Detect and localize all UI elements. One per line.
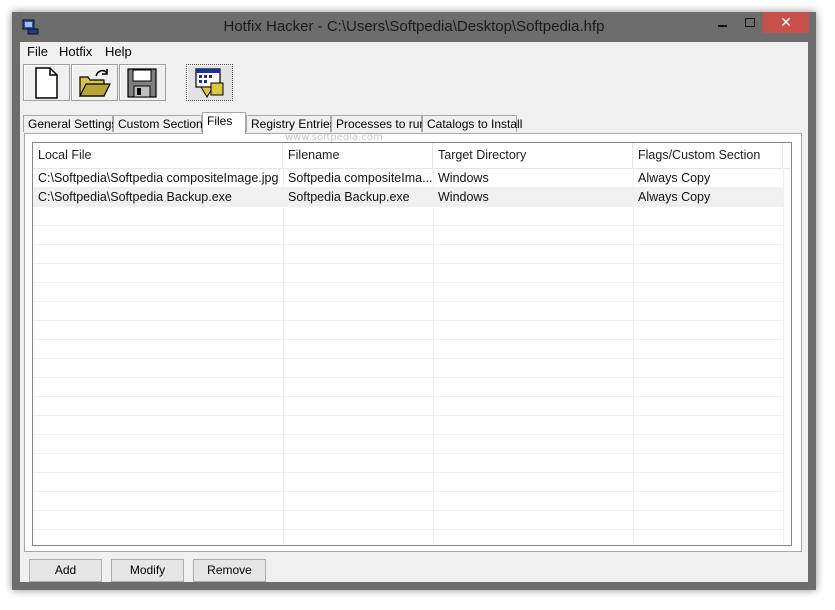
list-header: Local File Filename Target Directory Fla…	[33, 143, 791, 169]
cell-local-file: C:\Softpedia\Softpedia compositeImage.jp…	[38, 171, 279, 185]
remove-button[interactable]: Remove	[193, 559, 266, 582]
app-window: Hotfix Hacker - C:\Users\Softpedia\Deskt…	[12, 12, 816, 590]
tab-custom-sections[interactable]: Custom Sections	[113, 115, 209, 132]
grid-line	[33, 453, 783, 454]
column-target-directory[interactable]: Target Directory	[433, 143, 633, 168]
modify-button[interactable]: Modify	[111, 559, 184, 582]
grid-line	[33, 320, 783, 321]
grid-line	[33, 491, 783, 492]
maximize-icon	[744, 18, 755, 27]
tab-files[interactable]: Files	[202, 112, 246, 134]
grid-line	[33, 225, 783, 226]
close-icon: ✕	[780, 14, 792, 31]
cell-target-directory: Windows	[438, 171, 489, 185]
build-hotfix-button[interactable]	[186, 64, 233, 101]
grid-divider	[783, 168, 784, 545]
tab-processes-to-run[interactable]: Processes to run	[331, 115, 426, 132]
table-row[interactable]: C:\Softpedia\Softpedia compositeImage.jp…	[33, 169, 783, 188]
grid-line	[33, 415, 783, 416]
tab-general-settings[interactable]: General Settings	[23, 115, 117, 132]
build-hotfix-icon	[195, 68, 224, 98]
column-filename[interactable]: Filename	[283, 143, 433, 168]
menu-bar: File Hotfix Help	[20, 42, 808, 62]
grid-line	[33, 301, 783, 302]
client-area: File Hotfix Help General Settings Custom…	[20, 42, 808, 582]
tab-registry-entries[interactable]: Registry Entries	[246, 115, 336, 132]
menu-hotfix[interactable]: Hotfix	[56, 44, 95, 59]
cell-filename: Softpedia compositeIma...	[288, 171, 433, 185]
cell-flags: Always Copy	[638, 190, 711, 204]
grid-line	[33, 282, 783, 283]
window-title: Hotfix Hacker - C:\Users\Softpedia\Deskt…	[223, 18, 605, 35]
grid-line	[33, 339, 783, 340]
grid-line	[33, 396, 783, 397]
cell-filename: Softpedia Backup.exe	[288, 190, 410, 204]
open-folder-icon	[79, 69, 111, 97]
grid-line	[33, 358, 783, 359]
grid-line	[33, 434, 783, 435]
tab-strip: General Settings Custom Sections Files R…	[20, 112, 808, 134]
cell-local-file: C:\Softpedia\Softpedia Backup.exe	[38, 190, 232, 204]
cell-target-directory: Windows	[438, 190, 489, 204]
grid-line	[33, 263, 783, 264]
column-flags-custom-section[interactable]: Flags/Custom Section	[633, 143, 783, 168]
new-document-icon	[35, 67, 58, 99]
open-button[interactable]	[71, 64, 118, 101]
files-tab-panel: Local File Filename Target Directory Fla…	[24, 133, 802, 552]
menu-file[interactable]: File	[24, 44, 51, 59]
cell-flags: Always Copy	[638, 171, 711, 185]
grid-line	[33, 529, 783, 530]
grid-line	[33, 244, 783, 245]
grid-line	[33, 377, 783, 378]
grid-line	[33, 510, 783, 511]
add-button[interactable]: Add	[29, 559, 102, 582]
minimize-icon	[718, 24, 727, 27]
tab-catalogs-to-install[interactable]: Catalogs to Install	[422, 115, 522, 132]
menu-help[interactable]: Help	[102, 44, 135, 59]
close-button[interactable]: ✕	[763, 12, 809, 33]
column-local-file[interactable]: Local File	[33, 143, 283, 168]
grid-line	[33, 472, 783, 473]
save-floppy-icon	[127, 68, 157, 98]
files-list[interactable]: Local File Filename Target Directory Fla…	[32, 142, 792, 546]
table-row[interactable]: C:\Softpedia\Softpedia Backup.exe Softpe…	[33, 188, 783, 207]
minimize-button[interactable]	[709, 12, 736, 33]
save-button[interactable]	[119, 64, 166, 101]
watermark: www.softpedia.com	[285, 132, 383, 143]
new-button[interactable]	[23, 64, 70, 101]
title-bar[interactable]: Hotfix Hacker - C:\Users\Softpedia\Deskt…	[12, 12, 816, 42]
maximize-button[interactable]	[736, 12, 763, 33]
